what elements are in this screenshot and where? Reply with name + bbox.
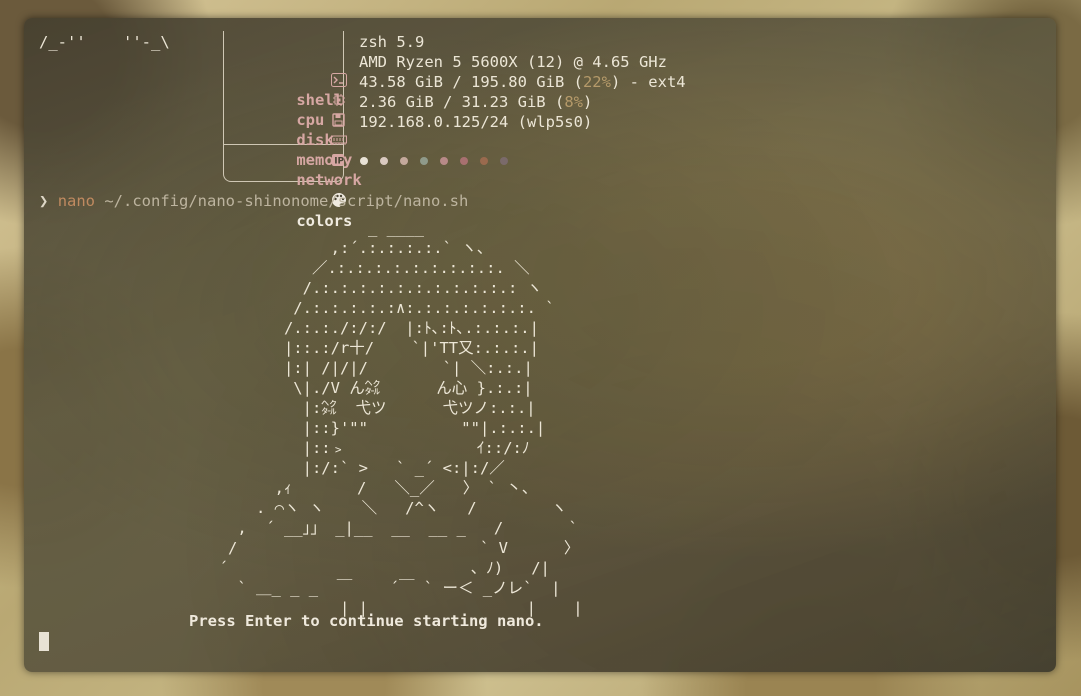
info-value-network: 192.168.0.125/24 (wlp5s0) <box>359 113 593 131</box>
prompt-arrow-icon: ❯ <box>39 192 49 210</box>
ascii-art: _ ____ ,:´.:.:.:.:.` ヽ、 ／.:.:.:.:.:.:.:.… <box>218 219 583 617</box>
terminal-window[interactable]: /_-'' ''-_\ shell zsh 5.9 cpu AMD Ryzen … <box>24 18 1056 672</box>
distro-logo: /_-'' ''-_\ <box>39 33 170 51</box>
info-value-cpu: AMD Ryzen 5 5600X (12) @ 4.65 GHz <box>359 53 667 71</box>
info-value-memory: 2.36 GiB / 31.23 GiB (8%) <box>359 93 593 111</box>
palette-dot <box>400 157 408 165</box>
palette-dot <box>480 157 488 165</box>
palette-dot <box>420 157 428 165</box>
press-enter-message: Press Enter to continue starting nano. <box>189 612 544 630</box>
info-value-shell: zsh 5.9 <box>359 33 425 51</box>
info-value-disk: 43.58 GiB / 195.80 GiB (22%) - ext4 <box>359 73 686 91</box>
palette-dot <box>380 157 388 165</box>
shell-prompt: ❯ nano ~/.config/nano-shinonome/script/n… <box>39 191 468 211</box>
palette-dot <box>500 157 508 165</box>
memory-usage-percent: 8% <box>564 93 583 111</box>
palette-dot <box>460 157 468 165</box>
palette-dot <box>360 157 368 165</box>
command-name: nano <box>57 192 96 210</box>
command-args: ~/.config/nano-shinonome/script/nano.sh <box>95 192 469 210</box>
disk-usage-percent: 22% <box>582 73 611 91</box>
palette-icon <box>275 172 347 207</box>
network-icon: IP <box>275 132 345 167</box>
palette-dot <box>440 157 448 165</box>
text-cursor[interactable] <box>39 632 49 651</box>
